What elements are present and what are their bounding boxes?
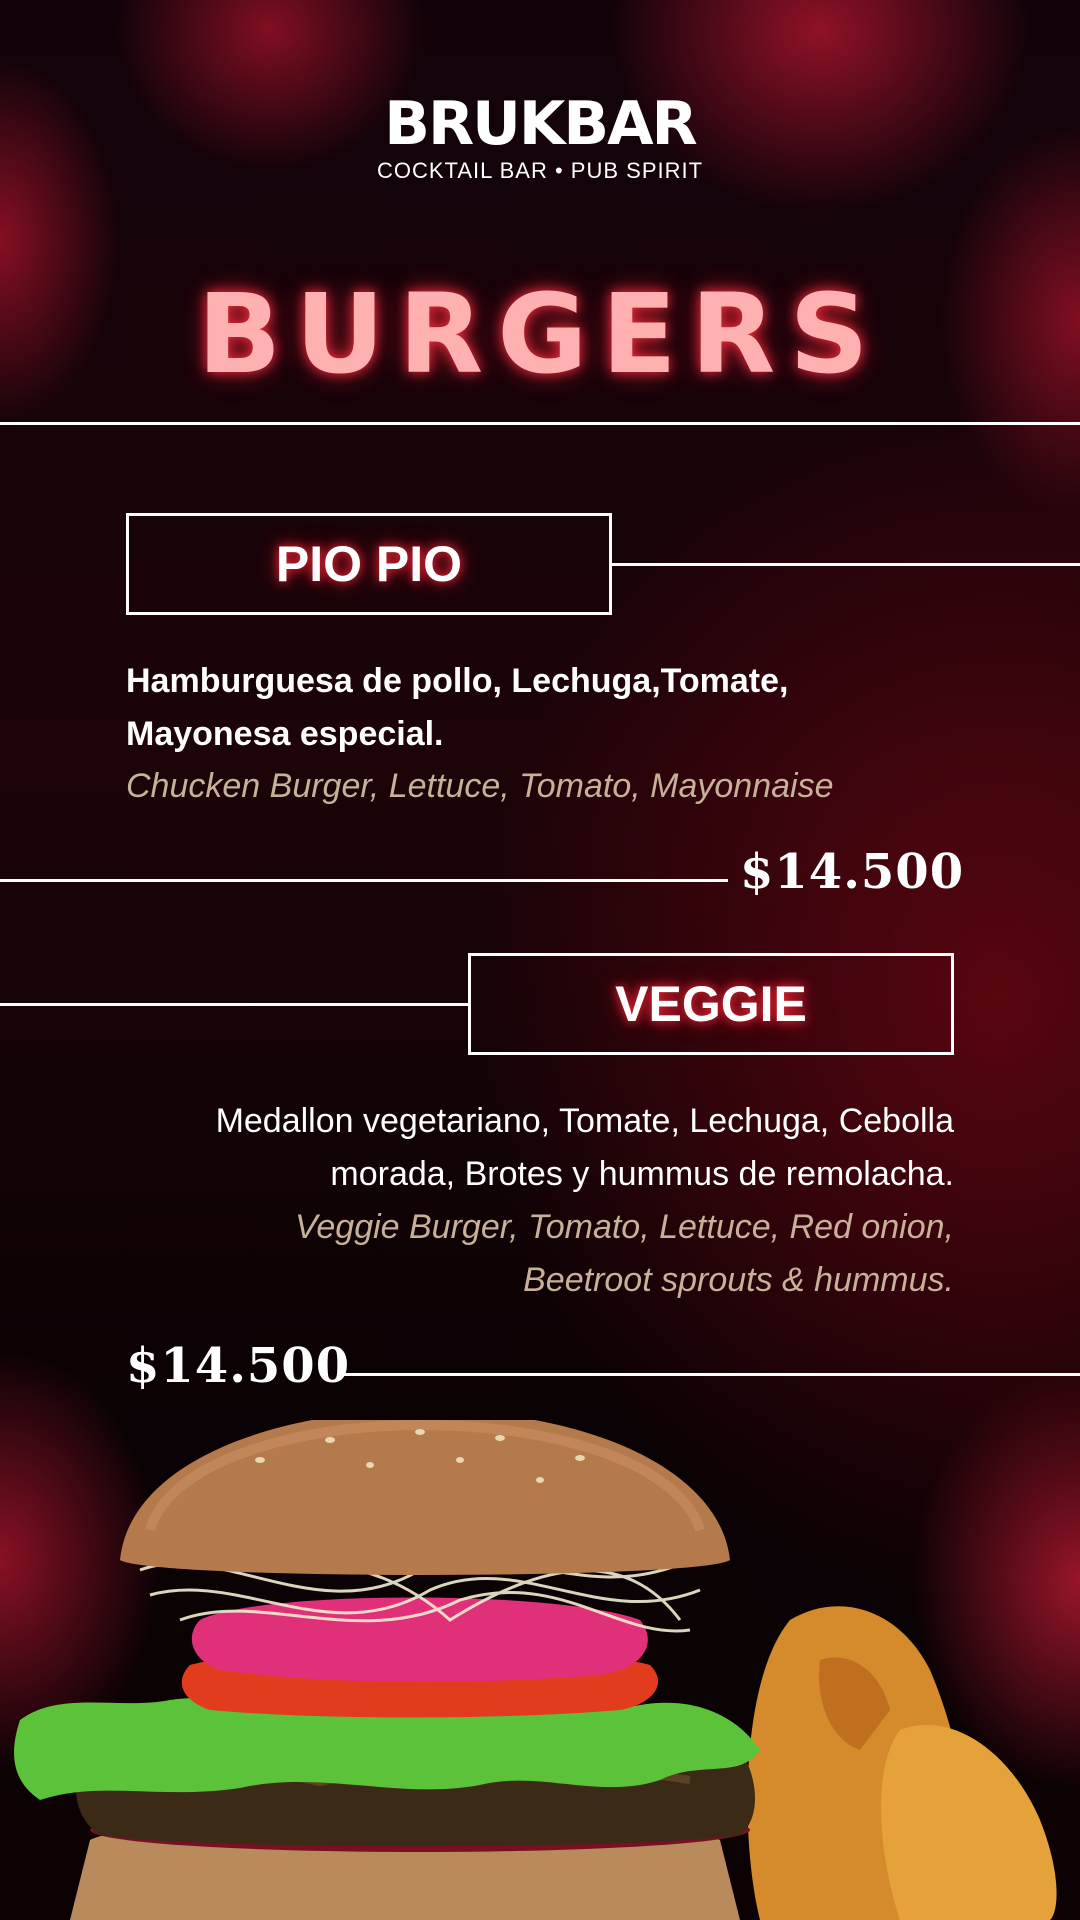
brand-wordmark: BRUKBAR — [384, 89, 698, 159]
item-price: $14.500 — [740, 844, 965, 900]
potato-wedges-photo — [747, 1606, 1057, 1920]
item-price: $14.500 — [126, 1338, 351, 1394]
menu-title: BURGERS — [197, 270, 883, 398]
item-name-veggie: VEGGIE — [468, 953, 954, 1055]
veggie-burger-photo — [14, 1420, 1057, 1920]
item-description-en-line2: Beetroot sprouts & hummus. — [523, 1261, 954, 1299]
item-name-connector-line — [612, 563, 1080, 566]
item-description-en-line1: Veggie Burger, Tomato, Lettuce, Red onio… — [294, 1208, 954, 1246]
item-name-connector-line — [0, 1003, 468, 1006]
item-description-en: Chucken Burger, Lettuce, Tomato, Mayonna… — [126, 767, 834, 805]
price-line — [0, 879, 728, 882]
item-description-es-line1: Medallon vegetariano, Tomate, Lechuga, C… — [215, 1102, 954, 1140]
price-line — [344, 1373, 1080, 1376]
item-name-pio-pio: PIO PIO — [126, 513, 612, 615]
title-divider — [0, 422, 1080, 425]
item-description-es-line2: morada, Brotes y hummus de remolacha. — [330, 1155, 954, 1193]
item-description-es-line2: Mayonesa especial. — [126, 715, 444, 753]
brand-logo: BRUKBAR COCKTAIL BAR • PUB SPIRIT — [0, 92, 1080, 184]
item-description-es-line1: Hamburguesa de pollo, Lechuga,Tomate, — [126, 662, 789, 700]
brand-tagline: COCKTAIL BAR • PUB SPIRIT — [376, 158, 704, 183]
